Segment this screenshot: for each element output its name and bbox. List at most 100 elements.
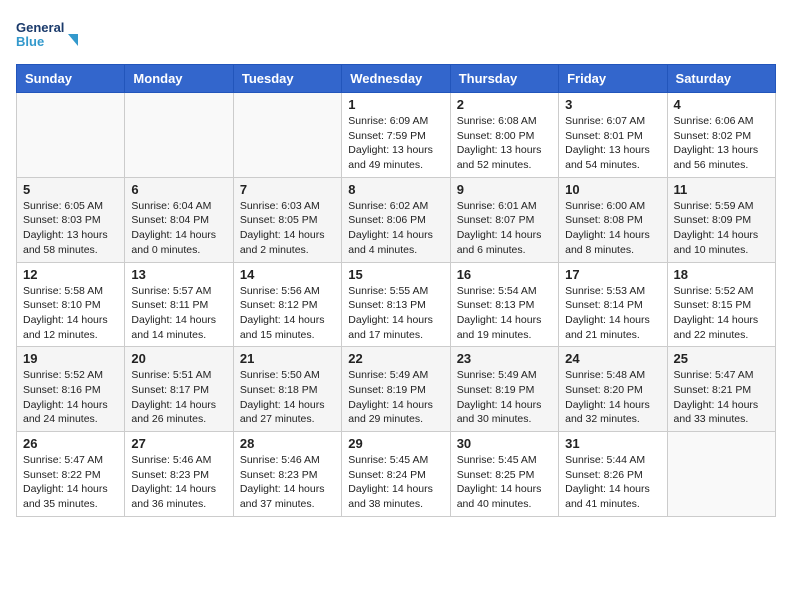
calendar-cell: 10Sunrise: 6:00 AM Sunset: 8:08 PM Dayli…	[559, 177, 667, 262]
day-info: Sunrise: 5:44 AM Sunset: 8:26 PM Dayligh…	[565, 453, 660, 512]
day-number: 4	[674, 97, 769, 112]
calendar-cell: 20 Sunrise: 5:51 AM Sunset: 8:17 PM Dayli…	[125, 347, 233, 432]
day-number: 20	[131, 351, 226, 366]
calendar-week-row: 5Sunrise: 6:05 AM Sunset: 8:03 PM Daylig…	[17, 177, 776, 262]
day-number: 22	[348, 351, 443, 366]
calendar-cell	[17, 93, 125, 178]
calendar-week-row: 26 Sunrise: 5:47 AM Sunset: 8:22 PM Dayli…	[17, 432, 776, 517]
calendar-cell: 31 Sunrise: 5:44 AM Sunset: 8:26 PM Dayli…	[559, 432, 667, 517]
day-number: 23	[457, 351, 552, 366]
day-info: Sunrise: 5:52 AM Sunset: 8:15 PM Dayligh…	[674, 284, 769, 343]
calendar-header-wednesday: Wednesday	[342, 65, 450, 93]
day-info: Sunrise: 5:54 AM Sunset: 8:13 PM Dayligh…	[457, 284, 552, 343]
calendar-cell: 2 Sunrise: 6:08 AM Sunset: 8:00 PM Daylig…	[450, 93, 558, 178]
calendar-cell: 16 Sunrise: 5:54 AM Sunset: 8:13 PM Dayli…	[450, 262, 558, 347]
day-info: Sunrise: 5:59 AM Sunset: 8:09 PM Dayligh…	[674, 199, 769, 258]
calendar-cell: 4 Sunrise: 6:06 AM Sunset: 8:02 PM Daylig…	[667, 93, 775, 178]
day-number: 9	[457, 182, 552, 197]
day-number: 30	[457, 436, 552, 451]
day-info: Sunrise: 5:46 AM Sunset: 8:23 PM Dayligh…	[131, 453, 226, 512]
day-number: 13	[131, 267, 226, 282]
day-info: Sunrise: 5:47 AM Sunset: 8:22 PM Dayligh…	[23, 453, 118, 512]
calendar-cell: 24Sunrise: 5:48 AM Sunset: 8:20 PM Dayli…	[559, 347, 667, 432]
logo: General Blue	[16, 16, 86, 56]
day-info: Sunrise: 6:02 AM Sunset: 8:06 PM Dayligh…	[348, 199, 443, 258]
day-number: 7	[240, 182, 335, 197]
day-info: Sunrise: 5:47 AM Sunset: 8:21 PM Dayligh…	[674, 368, 769, 427]
calendar-cell: 23 Sunrise: 5:49 AM Sunset: 8:19 PM Dayli…	[450, 347, 558, 432]
calendar-cell: 21 Sunrise: 5:50 AM Sunset: 8:18 PM Dayli…	[233, 347, 341, 432]
day-number: 28	[240, 436, 335, 451]
day-info: Sunrise: 5:50 AM Sunset: 8:18 PM Dayligh…	[240, 368, 335, 427]
day-info: Sunrise: 5:49 AM Sunset: 8:19 PM Dayligh…	[457, 368, 552, 427]
calendar-cell: 28 Sunrise: 5:46 AM Sunset: 8:23 PM Dayli…	[233, 432, 341, 517]
day-info: Sunrise: 5:55 AM Sunset: 8:13 PM Dayligh…	[348, 284, 443, 343]
day-info: Sunrise: 6:00 AM Sunset: 8:08 PM Dayligh…	[565, 199, 660, 258]
calendar-cell: 18 Sunrise: 5:52 AM Sunset: 8:15 PM Dayli…	[667, 262, 775, 347]
day-number: 15	[348, 267, 443, 282]
day-info: Sunrise: 6:07 AM Sunset: 8:01 PM Dayligh…	[565, 114, 660, 173]
day-number: 16	[457, 267, 552, 282]
calendar-header-saturday: Saturday	[667, 65, 775, 93]
day-number: 1	[348, 97, 443, 112]
calendar-cell	[233, 93, 341, 178]
day-number: 31	[565, 436, 660, 451]
calendar-cell: 22 Sunrise: 5:49 AM Sunset: 8:19 PM Dayli…	[342, 347, 450, 432]
calendar-cell: 13 Sunrise: 5:57 AM Sunset: 8:11 PM Dayli…	[125, 262, 233, 347]
calendar-cell: 26 Sunrise: 5:47 AM Sunset: 8:22 PM Dayli…	[17, 432, 125, 517]
day-info: Sunrise: 5:49 AM Sunset: 8:19 PM Dayligh…	[348, 368, 443, 427]
calendar-cell: 5Sunrise: 6:05 AM Sunset: 8:03 PM Daylig…	[17, 177, 125, 262]
day-info: Sunrise: 6:01 AM Sunset: 8:07 PM Dayligh…	[457, 199, 552, 258]
calendar-header-friday: Friday	[559, 65, 667, 93]
calendar-header-tuesday: Tuesday	[233, 65, 341, 93]
day-info: Sunrise: 6:08 AM Sunset: 8:00 PM Dayligh…	[457, 114, 552, 173]
calendar-header-thursday: Thursday	[450, 65, 558, 93]
calendar-cell: 8Sunrise: 6:02 AM Sunset: 8:06 PM Daylig…	[342, 177, 450, 262]
day-number: 14	[240, 267, 335, 282]
day-info: Sunrise: 6:05 AM Sunset: 8:03 PM Dayligh…	[23, 199, 118, 258]
calendar-cell: 6 Sunrise: 6:04 AM Sunset: 8:04 PM Daylig…	[125, 177, 233, 262]
day-number: 26	[23, 436, 118, 451]
calendar-cell: 1 Sunrise: 6:09 AM Sunset: 7:59 PM Daylig…	[342, 93, 450, 178]
calendar-cell: 11Sunrise: 5:59 AM Sunset: 8:09 PM Dayli…	[667, 177, 775, 262]
day-info: Sunrise: 5:45 AM Sunset: 8:24 PM Dayligh…	[348, 453, 443, 512]
day-number: 21	[240, 351, 335, 366]
day-number: 3	[565, 97, 660, 112]
day-number: 19	[23, 351, 118, 366]
day-number: 6	[131, 182, 226, 197]
day-info: Sunrise: 6:04 AM Sunset: 8:04 PM Dayligh…	[131, 199, 226, 258]
calendar-cell: 17Sunrise: 5:53 AM Sunset: 8:14 PM Dayli…	[559, 262, 667, 347]
day-info: Sunrise: 5:45 AM Sunset: 8:25 PM Dayligh…	[457, 453, 552, 512]
day-info: Sunrise: 6:06 AM Sunset: 8:02 PM Dayligh…	[674, 114, 769, 173]
day-number: 18	[674, 267, 769, 282]
day-number: 2	[457, 97, 552, 112]
calendar-cell: 15 Sunrise: 5:55 AM Sunset: 8:13 PM Dayli…	[342, 262, 450, 347]
day-info: Sunrise: 5:48 AM Sunset: 8:20 PM Dayligh…	[565, 368, 660, 427]
calendar-cell: 9 Sunrise: 6:01 AM Sunset: 8:07 PM Daylig…	[450, 177, 558, 262]
day-info: Sunrise: 5:46 AM Sunset: 8:23 PM Dayligh…	[240, 453, 335, 512]
day-number: 17	[565, 267, 660, 282]
calendar-cell: 14 Sunrise: 5:56 AM Sunset: 8:12 PM Dayli…	[233, 262, 341, 347]
day-info: Sunrise: 5:57 AM Sunset: 8:11 PM Dayligh…	[131, 284, 226, 343]
logo-svg: General Blue	[16, 16, 86, 56]
page-header: General Blue	[16, 16, 776, 56]
calendar-cell: 12Sunrise: 5:58 AM Sunset: 8:10 PM Dayli…	[17, 262, 125, 347]
day-info: Sunrise: 5:58 AM Sunset: 8:10 PM Dayligh…	[23, 284, 118, 343]
day-info: Sunrise: 6:09 AM Sunset: 7:59 PM Dayligh…	[348, 114, 443, 173]
calendar-cell: 7 Sunrise: 6:03 AM Sunset: 8:05 PM Daylig…	[233, 177, 341, 262]
day-info: Sunrise: 6:03 AM Sunset: 8:05 PM Dayligh…	[240, 199, 335, 258]
svg-text:Blue: Blue	[16, 34, 44, 49]
calendar-header-row: SundayMondayTuesdayWednesdayThursdayFrid…	[17, 65, 776, 93]
calendar-cell: 19Sunrise: 5:52 AM Sunset: 8:16 PM Dayli…	[17, 347, 125, 432]
calendar-week-row: 1 Sunrise: 6:09 AM Sunset: 7:59 PM Daylig…	[17, 93, 776, 178]
calendar-cell: 3 Sunrise: 6:07 AM Sunset: 8:01 PM Daylig…	[559, 93, 667, 178]
day-number: 27	[131, 436, 226, 451]
day-info: Sunrise: 5:56 AM Sunset: 8:12 PM Dayligh…	[240, 284, 335, 343]
calendar-header-monday: Monday	[125, 65, 233, 93]
calendar-cell: 25Sunrise: 5:47 AM Sunset: 8:21 PM Dayli…	[667, 347, 775, 432]
calendar-cell: 30 Sunrise: 5:45 AM Sunset: 8:25 PM Dayli…	[450, 432, 558, 517]
calendar-table: SundayMondayTuesdayWednesdayThursdayFrid…	[16, 64, 776, 517]
svg-text:General: General	[16, 20, 64, 35]
calendar-cell	[667, 432, 775, 517]
day-info: Sunrise: 5:51 AM Sunset: 8:17 PM Dayligh…	[131, 368, 226, 427]
